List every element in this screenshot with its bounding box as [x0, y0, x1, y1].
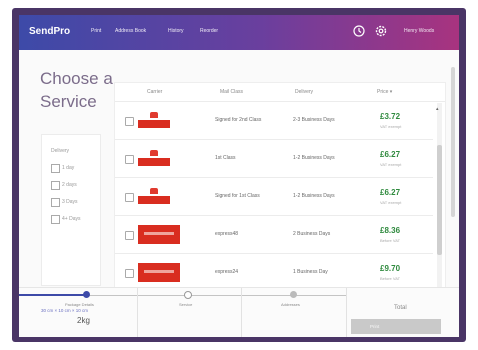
- column-header-carrier[interactable]: Carrier: [147, 89, 162, 95]
- filter-option-label: 2 days: [62, 182, 77, 188]
- delivery-filter-panel: Delivery 1 day 2 days 3 Days 4+ Days: [41, 134, 101, 286]
- row-checkbox[interactable]: [125, 231, 134, 240]
- nav-reorder[interactable]: Reorder: [200, 28, 218, 34]
- top-navigation-bar: SendPro Print Address Book History Reord…: [19, 15, 459, 50]
- nav-print[interactable]: Print: [91, 28, 101, 34]
- print-button-label: Print: [370, 324, 380, 329]
- brand-logo[interactable]: SendPro: [29, 26, 70, 37]
- table-row[interactable]: Signed for 1st Class 1-2 Business Days £…: [115, 178, 433, 216]
- parcelforce-logo: [138, 225, 180, 244]
- nav-history[interactable]: History: [168, 28, 184, 34]
- print-button[interactable]: Print: [351, 319, 441, 334]
- table-header: Carrier Mail Class Delivery Price ▾: [115, 83, 445, 102]
- total-label: Total: [394, 305, 407, 311]
- royal-mail-logo: [138, 188, 170, 205]
- filter-option-label: 4+ Days: [62, 216, 81, 222]
- step-label-service: Service: [179, 302, 193, 307]
- table-row[interactable]: express48 2 Business Days £8.36 Before V…: [115, 216, 433, 254]
- page-title-line-2: Service: [40, 92, 97, 111]
- row-checkbox[interactable]: [125, 193, 134, 202]
- row-checkbox[interactable]: [125, 117, 134, 126]
- package-dimensions: 30 cm × 10 cm × 10 cm: [41, 308, 89, 313]
- footer-divider: [241, 288, 242, 337]
- checkbox[interactable]: [51, 164, 60, 173]
- price: £3.72: [380, 112, 401, 121]
- table-row[interactable]: 1st Class 1-2 Business Days £6.27 VAT ex…: [115, 140, 433, 178]
- step-label-addresses: Addresses: [281, 302, 300, 307]
- table-row[interactable]: Signed for 2nd Class 2-3 Business Days £…: [115, 102, 433, 140]
- delivery-time: 2 Business Days: [293, 231, 331, 237]
- checkbox[interactable]: [51, 215, 60, 224]
- column-header-mail-class[interactable]: Mail Class: [220, 89, 243, 95]
- mail-class: express24: [215, 269, 239, 275]
- gear-icon[interactable]: [374, 24, 388, 38]
- checkbox[interactable]: [51, 181, 60, 190]
- scrollbar-thumb[interactable]: [437, 145, 442, 255]
- page-scrollbar[interactable]: [451, 67, 455, 217]
- delivery-time: 1-2 Business Days: [293, 155, 335, 161]
- delivery-time: 1-2 Business Days: [293, 193, 335, 199]
- page-title: Choose a Service: [40, 67, 113, 113]
- step-dot-addresses[interactable]: [290, 291, 297, 298]
- table-scrollbar[interactable]: ▴: [436, 103, 442, 299]
- delivery-time: 2-3 Business Days: [293, 117, 335, 123]
- scroll-up-arrow-icon[interactable]: ▴: [436, 106, 439, 112]
- mail-class: 1st Class: [215, 155, 236, 161]
- mail-class: Signed for 2nd Class: [215, 117, 262, 123]
- vat-note: VAT exempt: [380, 200, 402, 205]
- progress-track-remaining: [87, 295, 347, 296]
- column-header-delivery[interactable]: Delivery: [295, 89, 313, 95]
- progress-track-complete: [19, 294, 87, 296]
- footer-divider: [137, 288, 138, 337]
- parcelforce-logo: [138, 263, 180, 282]
- step-dot-service[interactable]: [184, 291, 192, 299]
- step-dot-package-details[interactable]: [83, 291, 90, 298]
- column-header-price[interactable]: Price ▾: [377, 89, 392, 95]
- royal-mail-logo: [138, 112, 170, 129]
- app-window: SendPro Print Address Book History Reord…: [19, 15, 459, 337]
- vat-note: VAT exempt: [380, 162, 402, 167]
- vat-note: Before VAT: [380, 238, 401, 243]
- row-checkbox[interactable]: [125, 269, 134, 278]
- vat-note: VAT exempt: [380, 124, 402, 129]
- page-title-line-1: Choose a: [40, 69, 113, 88]
- nav-address-book[interactable]: Address Book: [115, 28, 146, 34]
- vat-note: Before VAT: [380, 276, 401, 281]
- mail-class: Signed for 1st Class: [215, 193, 260, 199]
- step-label-package-details: Package Details: [65, 302, 94, 307]
- royal-mail-logo: [138, 150, 170, 167]
- price: £6.27: [380, 150, 401, 159]
- price: £8.36: [380, 226, 401, 235]
- footer-divider: [346, 288, 347, 337]
- row-checkbox[interactable]: [125, 155, 134, 164]
- checkout-footer: Package Details Service Addresses 30 cm …: [19, 287, 459, 337]
- price: £9.70: [380, 264, 401, 273]
- filter-option-label: 1 day: [62, 165, 75, 171]
- package-weight: 2kg: [77, 316, 90, 325]
- filter-option-label: 3 Days: [62, 199, 78, 205]
- user-menu[interactable]: Henry Woods: [404, 28, 434, 34]
- clock-icon[interactable]: [352, 24, 366, 38]
- services-table: Carrier Mail Class Delivery Price ▾ Sign…: [114, 82, 446, 306]
- mail-class: express48: [215, 231, 239, 237]
- checkbox[interactable]: [51, 198, 60, 207]
- filter-title: Delivery: [51, 148, 70, 154]
- delivery-time: 1 Business Day: [293, 269, 328, 275]
- price: £6.27: [380, 188, 401, 197]
